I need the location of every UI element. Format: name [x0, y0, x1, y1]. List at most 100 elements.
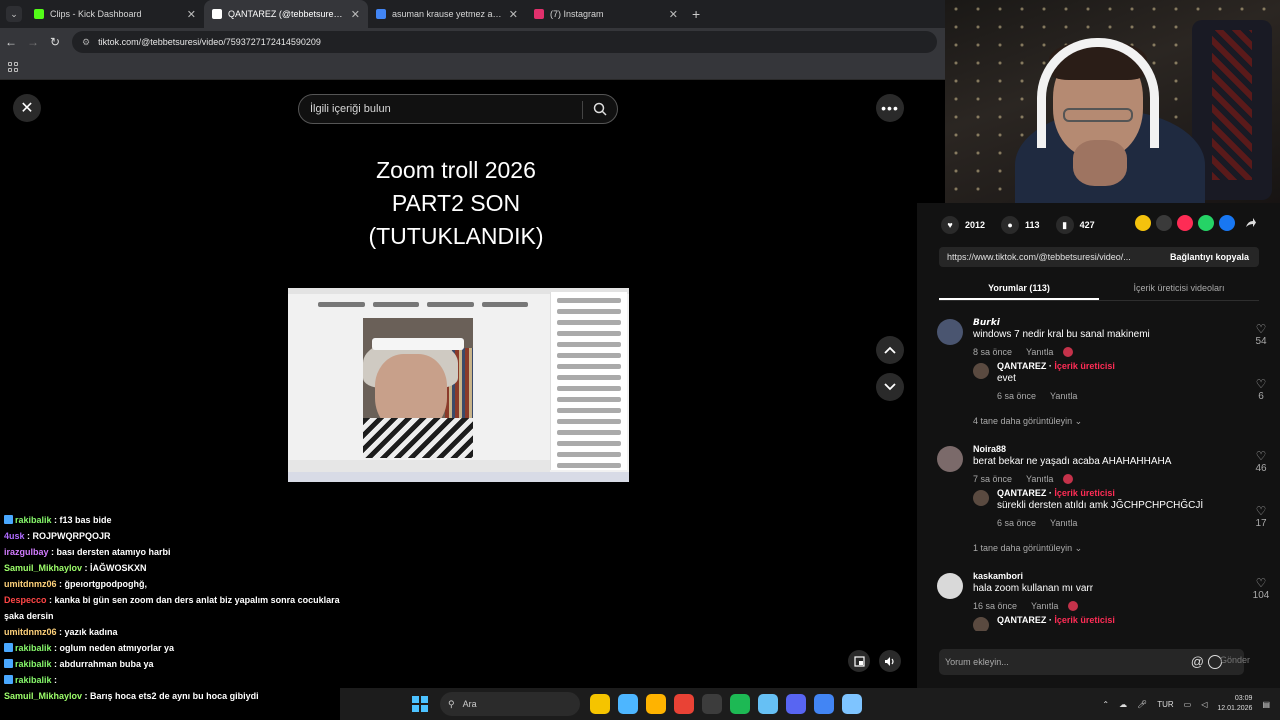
comment-like[interactable]: ♡ 104 — [1251, 576, 1271, 601]
reply-button[interactable]: Yanıtla — [1050, 391, 1077, 401]
tab-creator-videos[interactable]: İçerik üreticisi videoları — [1099, 277, 1259, 300]
reply-author[interactable]: QANTAREZ — [997, 488, 1046, 498]
chat-username[interactable]: umitdnmz06 — [4, 627, 57, 637]
send-button[interactable]: Gönder — [1220, 655, 1250, 665]
reply-button[interactable]: Yanıtla — [1050, 518, 1077, 528]
reply-author[interactable]: QANTAREZ — [997, 615, 1046, 625]
comment-username[interactable]: kaskambori — [973, 571, 1023, 581]
related-search-input[interactable]: İlgili içeriği bulun — [298, 94, 618, 124]
previous-video-button[interactable] — [876, 336, 904, 364]
tab-comments[interactable]: Yorumlar (113) — [939, 277, 1099, 300]
share-option-icon[interactable] — [1219, 215, 1235, 231]
reply-username[interactable]: QANTAREZ · İçerik üreticisi — [997, 615, 1115, 625]
bookmark-icon[interactable]: ▮ — [1055, 216, 1074, 234]
comment-like[interactable]: ♡ 46 — [1251, 449, 1271, 474]
clock[interactable]: 03:09 12.01.2026 — [1217, 694, 1252, 714]
view-more-replies[interactable]: 1 tane daha görüntüleyin ⌄ — [973, 543, 1082, 554]
chat-username[interactable]: 4usk — [4, 531, 25, 541]
network-icon[interactable]: ▭ — [1184, 700, 1192, 709]
taskbar-search[interactable]: ⚲ Ara — [440, 692, 580, 716]
chat-username[interactable]: rakibalik — [15, 675, 52, 685]
avatar[interactable] — [973, 490, 989, 506]
volume-icon[interactable]: ◁ — [1201, 700, 1207, 709]
taskbar-app-icon[interactable] — [730, 694, 750, 714]
comment-icon[interactable]: ● — [1001, 216, 1020, 234]
share-option-icon[interactable] — [1156, 215, 1172, 231]
share-option-icon[interactable] — [1198, 215, 1214, 231]
taskbar-app-icon[interactable] — [590, 694, 610, 714]
chat-username[interactable]: rakibalik — [15, 659, 52, 669]
chat-username[interactable]: irazgulbay — [4, 547, 49, 557]
taskbar-app-icon[interactable] — [786, 694, 806, 714]
comment-like[interactable]: ♡ 54 — [1251, 322, 1271, 347]
address-bar[interactable]: ⚙ tiktok.com/@tebbetsuresi/video/7593727… — [72, 31, 937, 53]
mention-icon[interactable]: @ — [1191, 654, 1204, 669]
reply-button[interactable]: Yanıtla — [1026, 474, 1053, 484]
mini-player-button[interactable] — [848, 650, 870, 672]
language-indicator[interactable]: TUR — [1157, 700, 1173, 709]
reply-username[interactable]: QANTAREZ · İçerik üreticisi — [997, 488, 1115, 498]
view-more-replies[interactable]: 4 tane daha görüntüleyin ⌄ — [973, 416, 1082, 427]
comment-username[interactable]: 𝘽𝙪𝙧𝙠𝙞 — [973, 317, 1000, 328]
back-icon[interactable]: ← — [0, 35, 22, 49]
cloud-icon[interactable]: ☁ — [1119, 700, 1127, 709]
chat-username[interactable]: Despecco — [4, 595, 47, 605]
reply-like[interactable]: ♡ 17 — [1251, 504, 1271, 529]
taskbar-app-icon[interactable] — [674, 694, 694, 714]
taskbar-app-icon[interactable] — [814, 694, 834, 714]
avatar[interactable] — [937, 573, 963, 599]
comment-username[interactable]: Noira88 — [973, 444, 1006, 454]
avatar[interactable] — [973, 363, 989, 379]
reply-like[interactable]: ♡ 6 — [1251, 377, 1271, 402]
share-option-icon[interactable] — [1135, 215, 1151, 231]
reload-icon[interactable]: ↻ — [44, 35, 66, 49]
close-video-button[interactable]: ✕ — [13, 94, 41, 122]
close-tab-icon[interactable]: ✕ — [669, 8, 678, 21]
avatar[interactable] — [937, 446, 963, 472]
heart-icon[interactable]: ♥ — [941, 216, 959, 234]
forward-icon[interactable]: → — [22, 35, 44, 49]
chat-username[interactable]: umitdnmz06 — [4, 579, 57, 589]
taskbar-app-icon[interactable] — [646, 694, 666, 714]
chat-username[interactable]: rakibalik — [15, 515, 52, 525]
chat-username[interactable]: rakibalik — [15, 643, 52, 653]
more-options-button[interactable]: ••• — [876, 94, 904, 122]
close-tab-icon[interactable]: ✕ — [351, 8, 360, 21]
chevron-up-icon[interactable]: ⌃ — [1102, 700, 1109, 709]
creator-liked-icon — [1068, 601, 1079, 611]
reply-button[interactable]: Yanıtla — [1026, 347, 1053, 357]
taskbar-app-icon[interactable] — [758, 694, 778, 714]
next-video-button[interactable] — [876, 373, 904, 401]
url-text[interactable]: tiktok.com/@tebbetsuresi/video/759372717… — [98, 37, 321, 47]
add-comment-input[interactable]: Yorum ekleyin... @ — [939, 649, 1244, 675]
taskbar-app-icon[interactable] — [618, 694, 638, 714]
reply-author[interactable]: QANTAREZ — [997, 361, 1046, 371]
tab-search-dropdown-icon[interactable]: ⌄ — [6, 6, 22, 22]
close-tab-icon[interactable]: ✕ — [187, 8, 196, 21]
taskbar-app-icon[interactable] — [842, 694, 862, 714]
browser-tab[interactable]: (7) Instagram ✕ — [526, 0, 686, 28]
start-button[interactable] — [410, 694, 430, 714]
chat-username[interactable]: Samuil_Mikhaylov — [4, 691, 82, 701]
reply-username[interactable]: QANTAREZ · İçerik üreticisi — [997, 361, 1115, 371]
avatar[interactable] — [973, 617, 989, 631]
microphone-icon[interactable]: 🎤︎ — [1137, 700, 1147, 709]
share-option-icon[interactable] — [1177, 215, 1193, 231]
volume-button[interactable] — [879, 650, 901, 672]
share-link-text[interactable]: https://www.tiktok.com/@tebbetsuresi/vid… — [939, 252, 1160, 262]
copy-link-button[interactable]: Bağlantıyı kopyala — [1160, 252, 1259, 262]
taskbar-app-icon[interactable] — [702, 694, 722, 714]
browser-tab[interactable]: QANTAREZ (@tebbetsuresi) ... ✕ — [204, 0, 368, 28]
new-tab-button[interactable]: + — [692, 6, 700, 22]
chat-username[interactable]: Samuil_Mikhaylov — [4, 563, 82, 573]
site-info-icon[interactable]: ⚙ — [82, 37, 90, 48]
notification-icon[interactable]: ▤ — [1262, 700, 1270, 709]
apps-grid-icon[interactable] — [8, 62, 18, 72]
reply-button[interactable]: Yanıtla — [1031, 601, 1058, 611]
search-icon[interactable] — [593, 102, 607, 116]
close-tab-icon[interactable]: ✕ — [509, 8, 518, 21]
share-arrow-icon[interactable] — [1245, 217, 1257, 229]
browser-tab[interactable]: asuman krause yetmez ama - G... ✕ — [368, 0, 526, 28]
browser-tab[interactable]: Clips - Kick Dashboard ✕ — [26, 0, 204, 28]
avatar[interactable] — [937, 319, 963, 345]
